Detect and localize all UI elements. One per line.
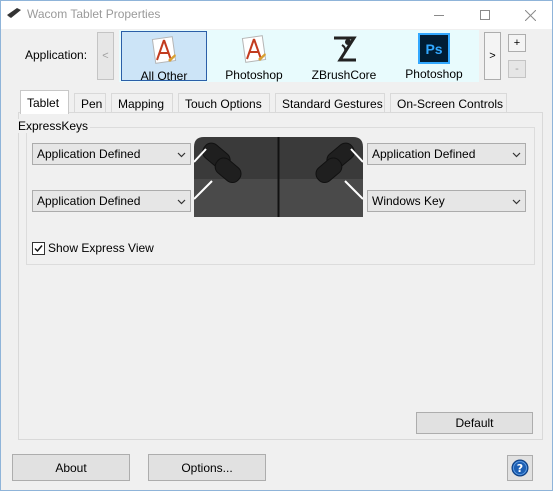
options-button[interactable]: Options... xyxy=(148,454,266,481)
minimize-button[interactable] xyxy=(416,1,461,29)
select-value: Application Defined xyxy=(372,147,476,161)
add-application-button[interactable]: + xyxy=(508,34,526,52)
title-bar[interactable]: Wacom Tablet Properties xyxy=(1,1,552,29)
tab-touch-options[interactable]: Touch Options xyxy=(178,93,270,113)
wacom-properties-window: Wacom Tablet Properties Application: < A… xyxy=(0,0,553,491)
app-item-photoshop[interactable]: Ps Photoshop xyxy=(391,31,477,81)
minimize-icon xyxy=(433,14,444,16)
maximize-button[interactable] xyxy=(462,1,507,29)
application-label: Application: xyxy=(25,48,88,62)
tablet-expresskeys-illustration xyxy=(194,137,363,217)
photoshop-icon: Ps xyxy=(418,33,450,64)
select-value: Application Defined xyxy=(37,194,141,208)
all-other-app-icon xyxy=(148,34,180,66)
maximize-icon xyxy=(479,10,490,20)
application-list: All Other Photoshop ZBrushCore Ps Photos… xyxy=(119,30,479,83)
about-button[interactable]: About xyxy=(12,454,130,481)
app-item-photoshop-generic[interactable]: Photoshop xyxy=(211,31,297,82)
help-icon: ? xyxy=(511,459,529,477)
tab-pen[interactable]: Pen xyxy=(74,93,106,113)
app-item-all-other[interactable]: All Other xyxy=(121,31,207,83)
show-express-view-label: Show Express View xyxy=(48,241,154,255)
chevron-down-icon xyxy=(512,199,521,205)
svg-text:?: ? xyxy=(517,462,523,475)
zbrush-icon xyxy=(328,33,360,65)
wacom-pen-icon xyxy=(7,8,21,18)
select-value: Application Defined xyxy=(37,147,141,161)
photoshop-icon-text: Ps xyxy=(425,40,443,57)
app-item-zbrushcore[interactable]: ZBrushCore xyxy=(301,31,387,82)
expresskey-right-bottom-select[interactable]: Windows Key xyxy=(367,190,526,212)
generic-app-icon xyxy=(238,33,270,65)
app-scroll-left-button[interactable]: < xyxy=(97,32,114,80)
close-button[interactable] xyxy=(508,1,553,29)
remove-application-button[interactable]: - xyxy=(508,60,526,78)
chevron-down-icon xyxy=(177,152,186,158)
tab-mapping[interactable]: Mapping xyxy=(111,93,173,113)
chevron-down-icon xyxy=(512,152,521,158)
tab-on-screen-controls[interactable]: On-Screen Controls xyxy=(390,93,507,113)
window-title: Wacom Tablet Properties xyxy=(27,7,161,21)
tab-tablet[interactable]: Tablet xyxy=(20,90,69,114)
app-item-label: Photoshop xyxy=(405,67,463,81)
default-button[interactable]: Default xyxy=(416,412,533,434)
chevron-down-icon xyxy=(177,199,186,205)
show-express-view-row[interactable]: Show Express View xyxy=(32,241,154,255)
show-express-view-checkbox[interactable] xyxy=(32,241,45,255)
expresskey-right-top-select[interactable]: Application Defined xyxy=(367,143,526,165)
expresskey-left-bottom-select[interactable]: Application Defined xyxy=(32,190,191,212)
checkmark-icon xyxy=(34,244,43,252)
expresskeys-group-title: ExpressKeys xyxy=(16,119,91,133)
expresskey-left-top-select[interactable]: Application Defined xyxy=(32,143,191,165)
app-item-label: Photoshop xyxy=(225,68,283,82)
select-value: Windows Key xyxy=(372,194,445,208)
app-item-label: All Other xyxy=(140,69,188,83)
close-icon xyxy=(525,9,536,21)
app-scroll-right-button[interactable]: > xyxy=(484,32,501,80)
tab-standard-gestures[interactable]: Standard Gestures xyxy=(275,93,385,113)
help-button[interactable]: ? xyxy=(507,455,533,481)
app-item-label: ZBrushCore xyxy=(311,68,377,82)
